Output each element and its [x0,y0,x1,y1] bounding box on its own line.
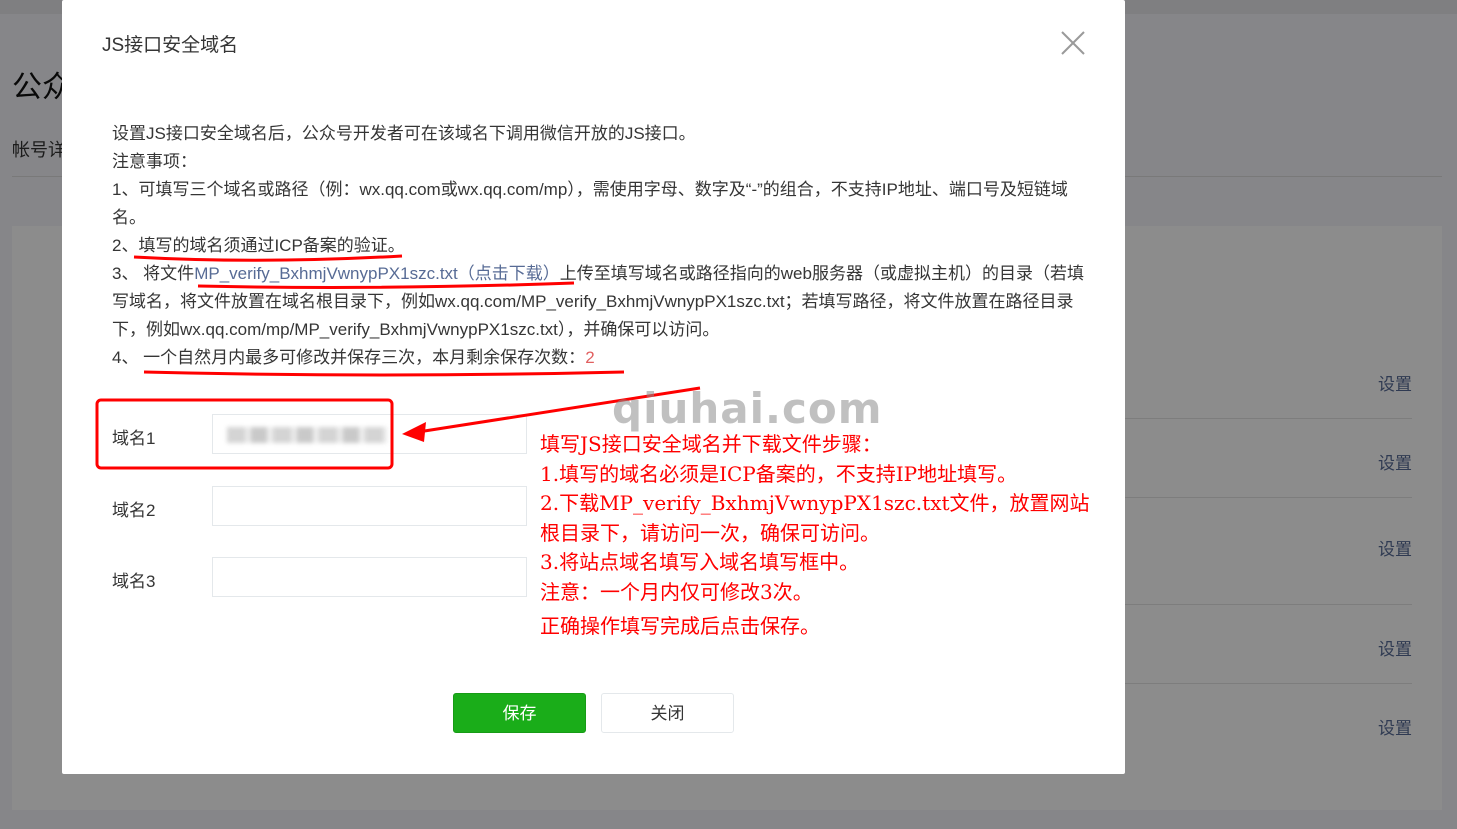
note-3-prefix: 3、 将文件 [112,264,195,283]
close-button[interactable]: 关闭 [601,693,734,733]
intro-text: 设置JS接口安全域名后，公众号开发者可在该域名下调用微信开放的JS接口。 [112,124,696,143]
note-2: 2、填写的域名须通过ICP备案的验证。 [112,236,405,255]
remaining-count: 2 [585,348,595,367]
annotation-line: 注意：一个月内仅可修改3次。 [540,579,813,604]
js-domain-dialog: JS接口安全域名 设置JS接口安全域名后，公众号开发者可在该域名下调用微信开放的… [62,0,1125,774]
note-3: 3、 将文件MP_verify_BxhmjVwnypPX1szc.txt（点击下… [112,260,1092,344]
dialog-title: JS接口安全域名 [102,35,239,56]
note-1: 1、可填写三个域名或路径（例：wx.qq.com或wx.qq.com/mp），需… [112,180,1068,227]
watermark-text: qiuhai.com [612,384,883,433]
download-verify-file-link[interactable]: MP_verify_BxhmjVwnypPX1szc.txt（点击下载） [194,264,560,283]
annotation-line: 2.下载MP_verify_BxhmjVwnypPX1szc.txt文件，放置网… [540,491,1090,545]
domain-label-3: 域名3 [112,572,156,591]
annotation-line: 正确操作填写完成后点击保存。 [540,614,820,638]
annotation-line: 1.填写的域名必须是ICP备案的，不支持IP地址填写。 [540,461,1018,486]
save-button[interactable]: 保存 [453,693,586,733]
domain-input-3[interactable] [212,557,527,597]
note-4-prefix: 4、 一个自然月内最多可修改并保存三次，本月剩余保存次数： [112,348,586,367]
note-4: 4、 一个自然月内最多可修改并保存三次，本月剩余保存次数：2 [112,344,1092,372]
annotation-line: 填写JS接口安全域名并下载文件步骤： [540,432,882,456]
annotation-steps: 填写JS接口安全域名并下载文件步骤： 1.填写的域名必须是ICP备案的，不支持I… [540,430,1100,642]
blurred-domain-value [227,427,387,443]
domain-label-1: 域名1 [112,429,156,448]
domain-input-2[interactable] [212,486,527,526]
domain-input-1[interactable] [212,414,527,454]
close-icon[interactable] [1058,28,1088,58]
annotation-line: 3.将站点域名填写入域名填写框中。 [540,550,860,574]
domain-label-2: 域名2 [112,501,156,520]
notes-block: 设置JS接口安全域名后，公众号开发者可在该域名下调用微信开放的JS接口。 注意事… [112,120,1092,372]
notes-heading: 注意事项： [112,152,197,171]
